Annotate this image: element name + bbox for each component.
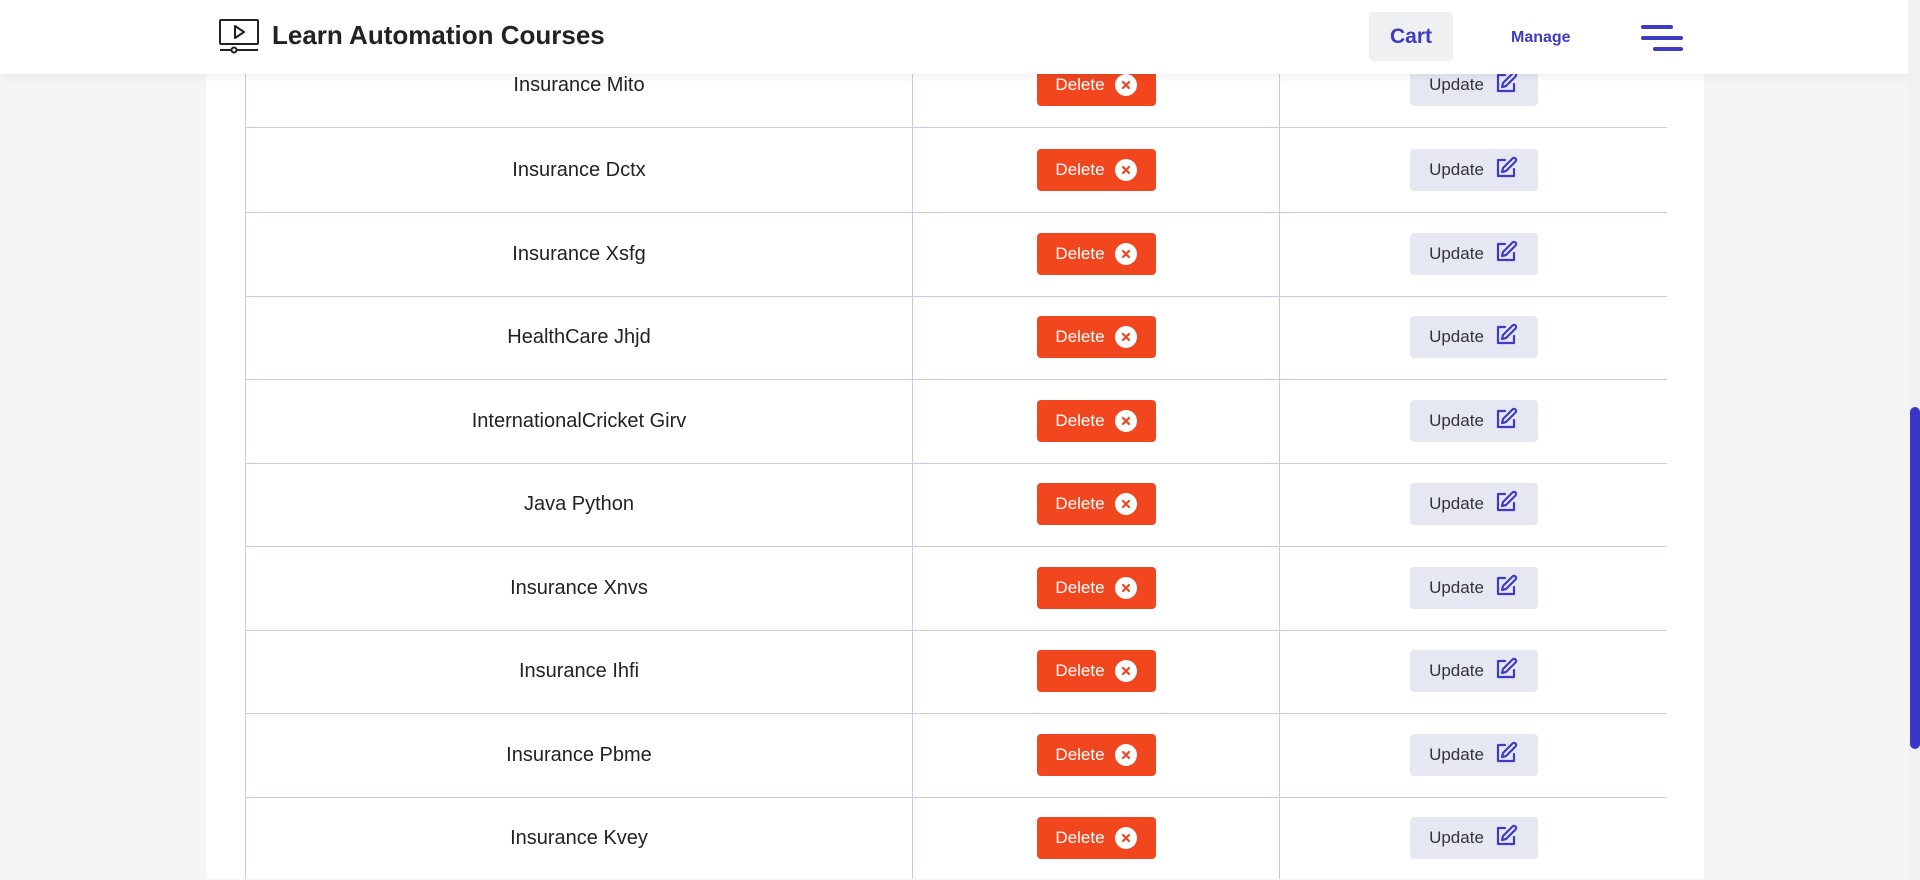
delete-button[interactable]: Delete bbox=[1036, 149, 1156, 191]
delete-label: Delete bbox=[1055, 327, 1105, 346]
update-label: Update bbox=[1429, 244, 1484, 263]
update-button[interactable]: Update bbox=[1409, 400, 1538, 442]
close-circle-icon bbox=[1114, 577, 1137, 599]
update-button[interactable]: Update bbox=[1409, 734, 1538, 776]
update-label: Update bbox=[1429, 745, 1484, 764]
close-circle-icon bbox=[1114, 410, 1137, 432]
close-circle-icon bbox=[1114, 74, 1137, 96]
delete-button[interactable]: Delete bbox=[1036, 734, 1156, 776]
edit-icon bbox=[1494, 407, 1518, 436]
update-label: Update bbox=[1429, 661, 1484, 680]
table-row: Insurance Pbme Delete Update bbox=[246, 713, 1667, 798]
close-circle-icon bbox=[1114, 243, 1137, 265]
delete-label: Delete bbox=[1055, 828, 1105, 847]
course-name: Insurance Ihfi bbox=[518, 659, 640, 682]
table-row: Insurance Xsfg Delete Update bbox=[246, 212, 1667, 297]
top-navbar: Learn Automation Courses Cart Manage bbox=[0, 0, 1908, 74]
table-row: Insurance Ihfi Delete Update bbox=[246, 629, 1667, 714]
course-name: Insurance Xnvs bbox=[510, 576, 648, 599]
course-name: Insurance Dctx bbox=[512, 158, 646, 181]
edit-icon bbox=[1494, 240, 1518, 269]
delete-label: Delete bbox=[1055, 494, 1105, 513]
update-label: Update bbox=[1429, 494, 1484, 513]
edit-icon bbox=[1494, 490, 1518, 519]
delete-label: Delete bbox=[1055, 160, 1105, 179]
update-button[interactable]: Update bbox=[1409, 149, 1538, 191]
edit-icon bbox=[1494, 741, 1518, 770]
update-button[interactable]: Update bbox=[1409, 650, 1538, 692]
delete-label: Delete bbox=[1055, 578, 1105, 597]
update-button[interactable]: Update bbox=[1409, 316, 1538, 358]
close-circle-icon bbox=[1114, 326, 1137, 348]
close-circle-icon bbox=[1114, 744, 1137, 766]
update-label: Update bbox=[1429, 327, 1484, 346]
update-button[interactable]: Update bbox=[1409, 483, 1538, 525]
site-title[interactable]: Learn Automation Courses bbox=[272, 20, 605, 51]
scrollbar-thumb[interactable] bbox=[1910, 407, 1920, 749]
close-circle-icon bbox=[1114, 493, 1137, 515]
delete-label: Delete bbox=[1055, 661, 1105, 680]
delete-label: Delete bbox=[1055, 244, 1105, 263]
course-name: Insurance Xsfg bbox=[512, 242, 646, 265]
course-name: InternationalCricket Girv bbox=[471, 409, 687, 432]
course-name: Insurance Kvey bbox=[510, 826, 648, 849]
delete-label: Delete bbox=[1055, 745, 1105, 764]
update-label: Update bbox=[1429, 411, 1484, 430]
close-circle-icon bbox=[1114, 827, 1137, 849]
delete-button[interactable]: Delete bbox=[1036, 316, 1156, 358]
close-circle-icon bbox=[1114, 159, 1137, 181]
table-row: Insurance Kvey Delete Update bbox=[246, 796, 1667, 880]
update-label: Update bbox=[1429, 75, 1484, 94]
table-row: InternationalCricket Girv Delete Update bbox=[246, 379, 1667, 464]
update-button[interactable]: Update bbox=[1409, 817, 1538, 859]
hamburger-menu-icon[interactable] bbox=[1641, 24, 1683, 57]
delete-button[interactable]: Delete bbox=[1036, 400, 1156, 442]
edit-icon bbox=[1494, 71, 1518, 100]
cart-button[interactable]: Cart bbox=[1369, 12, 1453, 61]
edit-icon bbox=[1494, 657, 1518, 686]
update-label: Update bbox=[1429, 578, 1484, 597]
delete-label: Delete bbox=[1055, 411, 1105, 430]
update-label: Update bbox=[1429, 160, 1484, 179]
course-name: HealthCare Jhjd bbox=[507, 325, 651, 348]
delete-button[interactable]: Delete bbox=[1036, 233, 1156, 275]
delete-button[interactable]: Delete bbox=[1036, 567, 1156, 609]
table-row: HealthCare Jhjd Delete Update bbox=[246, 295, 1667, 380]
table-row: Java Python Delete Update bbox=[246, 462, 1667, 547]
course-name: Insurance Pbme bbox=[506, 743, 652, 766]
table-row: Insurance Dctx Delete Update bbox=[246, 128, 1667, 213]
delete-button[interactable]: Delete bbox=[1036, 650, 1156, 692]
course-name: Java Python bbox=[523, 492, 635, 515]
manage-link[interactable]: Manage bbox=[1511, 29, 1571, 47]
edit-icon bbox=[1494, 574, 1518, 603]
edit-icon bbox=[1494, 323, 1518, 352]
edit-icon bbox=[1494, 824, 1518, 853]
courses-table: Insurance Mito Delete Update Insurance D… bbox=[245, 0, 1667, 879]
delete-button[interactable]: Delete bbox=[1036, 817, 1156, 859]
update-label: Update bbox=[1429, 828, 1484, 847]
edit-icon bbox=[1494, 156, 1518, 185]
delete-button[interactable]: Delete bbox=[1036, 483, 1156, 525]
close-circle-icon bbox=[1114, 660, 1137, 682]
video-player-icon[interactable] bbox=[218, 18, 260, 59]
delete-label: Delete bbox=[1055, 75, 1105, 94]
update-button[interactable]: Update bbox=[1409, 233, 1538, 275]
update-button[interactable]: Update bbox=[1409, 567, 1538, 609]
table-row: Insurance Xnvs Delete Update bbox=[246, 546, 1667, 631]
